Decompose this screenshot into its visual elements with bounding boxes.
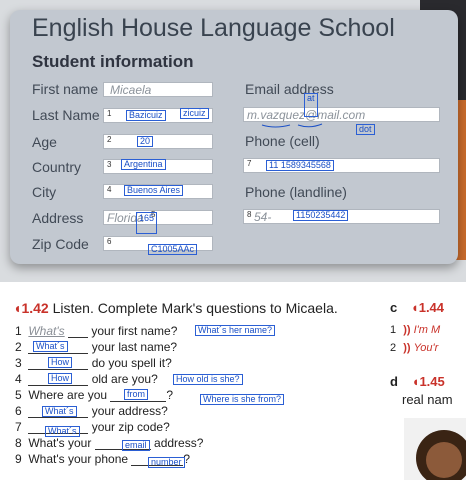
question-text: What's your (28, 436, 92, 450)
ink-q5: from (124, 389, 148, 400)
line-text: I'm M (413, 324, 441, 336)
question-number: 2 (15, 340, 22, 354)
ink-stroke (297, 123, 323, 128)
question-6: 6 your address? (15, 404, 168, 418)
question-number: 3 (15, 356, 22, 370)
question-7: 7 your zip code? (15, 420, 170, 434)
section-c: c ◖1.44 (390, 300, 444, 315)
question-number: 1 (15, 324, 22, 338)
question-text: your address? (91, 404, 168, 418)
ink-q1: What´s her name? (195, 325, 276, 336)
question-number: 5 (15, 388, 22, 402)
ink-q6: What´s (42, 406, 77, 417)
exercise-number: 1.44 (418, 300, 445, 315)
exercise-number: 1.45 (419, 374, 445, 389)
question-text: What's your phone (28, 452, 129, 466)
question-end: address? (154, 436, 204, 450)
question-text: your last name? (91, 340, 178, 354)
question-4: 4 old are you? (15, 372, 158, 386)
question-number: 4 (15, 372, 22, 386)
ink-q4-note: How old is she? (173, 374, 243, 385)
ink-q4: How (48, 373, 73, 384)
person-photo (404, 418, 466, 480)
c-line-2: 2 )) You'r (390, 342, 439, 354)
section-letter: c (390, 300, 398, 315)
answer-blank[interactable] (68, 325, 89, 338)
person-silhouette (416, 430, 466, 480)
question-number: 6 (15, 404, 22, 418)
question-end: ? (166, 388, 174, 402)
ink-underline-marks (261, 123, 323, 128)
audio-icon[interactable]: ◖ (411, 300, 419, 315)
d-line: real nam (402, 392, 453, 407)
question-text: your zip code? (91, 420, 170, 434)
section-letter: d (390, 374, 398, 389)
question-text: old are you? (91, 372, 158, 386)
exercise-heading: ◖1.42 Listen. Complete Mark's questions … (13, 300, 338, 316)
ink-q5-note: Where is she from? (200, 394, 285, 405)
question-text: your first name? (91, 324, 178, 338)
question-3: 3 do you spell it? (15, 356, 172, 370)
question-number: 7 (15, 420, 22, 434)
ink-q3: How (48, 357, 73, 368)
ink-q2: What´s (33, 341, 68, 352)
ink-q9: number (148, 457, 185, 468)
ink-stroke (261, 124, 291, 128)
line-text: You'r (413, 342, 439, 354)
section-d: d ◖1.45 (390, 374, 445, 389)
question-text: do you spell it? (91, 356, 172, 370)
exercise-instruction: Listen. Complete Mark's questions to Mic… (52, 300, 338, 316)
question-number: 8 (15, 436, 22, 450)
question-number: 9 (15, 452, 22, 466)
example-answer: What's (28, 324, 65, 338)
question-8: 8 What's your address? (15, 436, 203, 450)
exercise-number: 1.42 (21, 300, 49, 316)
c-line-1: 1 )) I'm M (390, 324, 441, 336)
ink-q8: email (122, 440, 150, 451)
question-5: 5 Where are you ? (15, 388, 173, 402)
line-number: 1 (390, 324, 397, 336)
question-text: Where are you (28, 388, 108, 402)
question-1: 1 What's your first name? (15, 324, 177, 338)
line-number: 2 (390, 342, 397, 354)
